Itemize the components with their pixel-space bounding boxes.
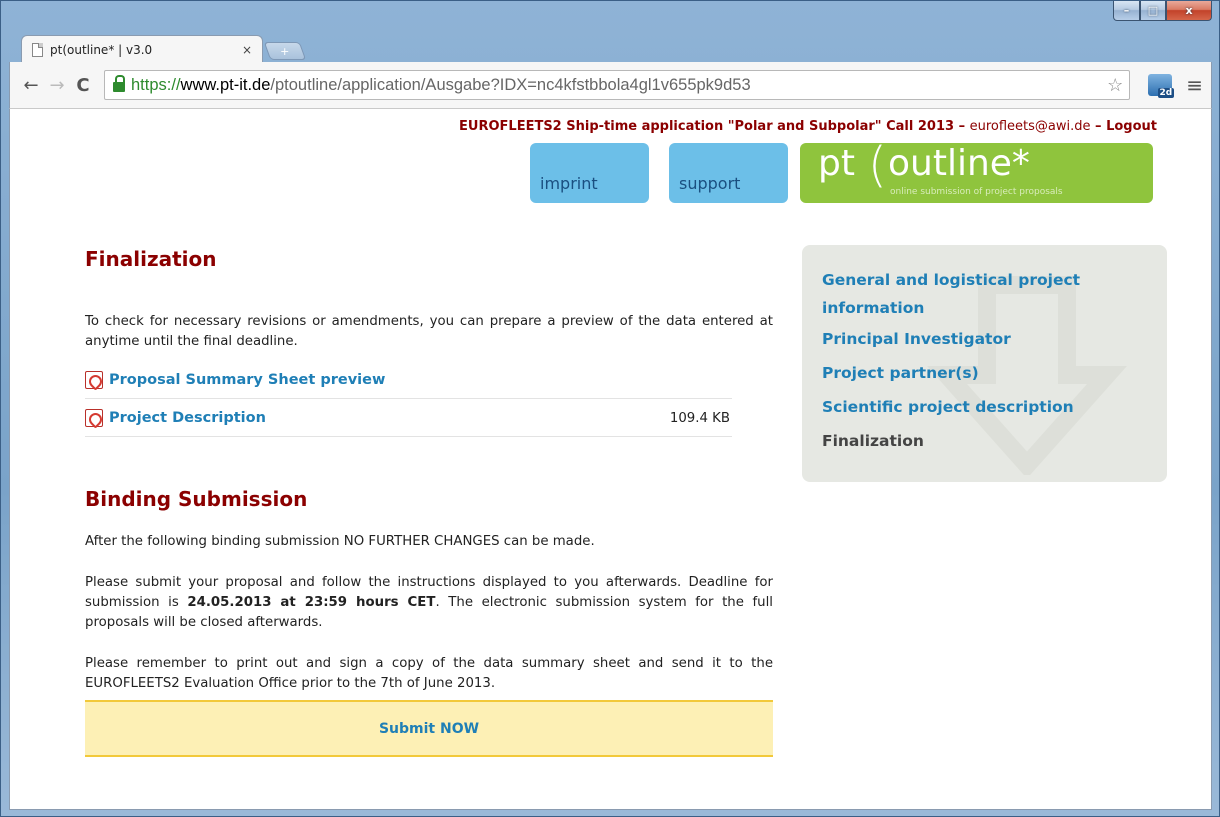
close-window-button[interactable]: x: [1166, 1, 1212, 21]
separator: –: [1090, 119, 1107, 134]
window-controls: – □ x: [1113, 1, 1212, 23]
call-title: EUROFLEETS2 Ship-time application "Polar…: [459, 119, 955, 134]
minimize-button[interactable]: –: [1113, 1, 1140, 21]
address-bar[interactable]: https://www.pt-it.de/ptoutline/applicati…: [104, 70, 1131, 100]
reload-icon[interactable]: C: [70, 75, 96, 96]
support-button[interactable]: support: [669, 143, 788, 203]
submit-now-button[interactable]: Submit NOW: [85, 700, 773, 757]
deadline: 24.05.2013 at 23:59 hours CET: [187, 595, 436, 610]
bookmark-star-icon[interactable]: ☆: [1107, 75, 1123, 96]
extension-icon[interactable]: 2d: [1148, 74, 1175, 98]
tab-close-icon[interactable]: ×: [242, 43, 252, 57]
logo-outline: outline*: [888, 143, 1030, 184]
pdf-icon: [85, 371, 103, 389]
separator: –: [954, 119, 970, 134]
sidebar-item-scientific[interactable]: Scientific project description: [822, 390, 1122, 424]
file-link[interactable]: Proposal Summary Sheet preview: [109, 372, 385, 388]
sidebar-item-finalization[interactable]: Finalization: [822, 424, 1122, 458]
new-tab-button[interactable]: +: [263, 42, 307, 60]
back-icon[interactable]: ←: [18, 75, 44, 96]
forward-icon[interactable]: →: [44, 75, 70, 96]
imprint-button[interactable]: imprint: [530, 143, 649, 203]
binding-p2: Please submit your proposal and follow t…: [85, 573, 773, 633]
sidebar-item-pi[interactable]: Principal Investigator: [822, 322, 1122, 356]
email-link[interactable]: eurofleets@awi.de: [970, 119, 1091, 134]
tab-title: pt(outline* | v3.0: [50, 42, 153, 57]
file-row-summary[interactable]: Proposal Summary Sheet preview: [85, 362, 732, 399]
page-icon: [32, 42, 43, 57]
binding-p1: After the following binding submission N…: [85, 534, 595, 549]
header-topline: EUROFLEETS2 Ship-time application "Polar…: [459, 119, 1157, 134]
binding-p3: Please remember to print out and sign a …: [85, 656, 773, 691]
file-row-description[interactable]: Project Description 109.4 KB: [85, 400, 732, 437]
url-path: /ptoutline/application/Ausgabe?IDX=nc4kf…: [270, 75, 751, 94]
pdf-icon: [85, 409, 103, 427]
lock-icon: [113, 75, 125, 92]
sidebar-item-partners[interactable]: Project partner(s): [822, 356, 1122, 390]
url-host: www.pt-it.de: [180, 75, 271, 94]
finalization-intro: To check for necessary revisions or amen…: [85, 314, 773, 349]
binding-heading: Binding Submission: [85, 487, 308, 511]
ptoutline-logo[interactable]: pt ( outline* online submission of proje…: [800, 143, 1153, 203]
sidebar-item-general[interactable]: General and logistical project informati…: [822, 266, 1122, 322]
browser-tab[interactable]: pt(outline* | v3.0 ×: [21, 35, 263, 63]
finalization-heading: Finalization: [85, 247, 217, 271]
url-scheme: https://: [131, 75, 181, 94]
browser-window: – □ x pt(outline* | v3.0 × + ← → C https…: [0, 0, 1220, 817]
file-size: 109.4 KB: [669, 410, 730, 426]
logo-tagline: online submission of project proposals: [890, 187, 1063, 197]
tab-strip: pt(outline* | v3.0 × +: [21, 31, 307, 63]
page-viewport: EUROFLEETS2 Ship-time application "Polar…: [9, 108, 1212, 810]
logo-pt: pt: [818, 143, 855, 184]
maximize-button[interactable]: □: [1140, 1, 1166, 21]
logo-paren: (: [868, 143, 887, 193]
sidebar-nav: General and logistical project informati…: [802, 245, 1167, 482]
file-link[interactable]: Project Description: [109, 410, 266, 426]
logout-link[interactable]: Logout: [1106, 119, 1157, 134]
browser-toolbar: ← → C https://www.pt-it.de/ptoutline/app…: [9, 62, 1212, 108]
plus-icon: +: [280, 44, 290, 58]
extension-badge: 2d: [1157, 88, 1175, 98]
menu-icon[interactable]: ≡: [1186, 73, 1203, 97]
